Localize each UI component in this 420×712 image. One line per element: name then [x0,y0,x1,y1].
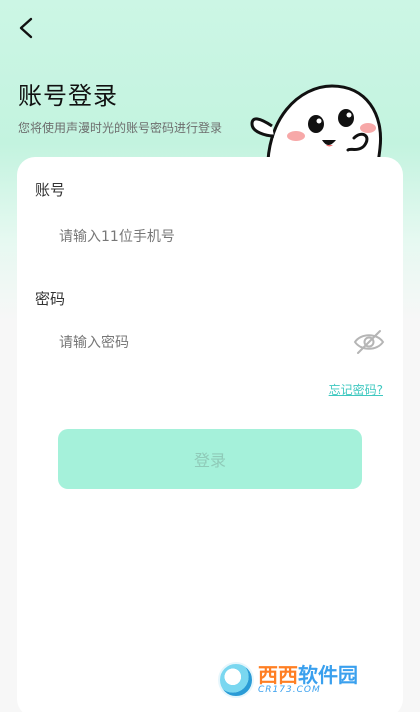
page-title: 账号登录 [18,82,118,110]
watermark-circle-icon [218,662,254,698]
watermark-logo: 西西软件园 CR173.COM [218,660,402,700]
password-label: 密码 [35,290,66,308]
forgot-password-link[interactable]: 忘记密码? [329,381,383,398]
back-button[interactable] [10,12,42,44]
watermark-main-left: 西西 [258,662,298,687]
eye-hidden-icon [353,330,385,354]
account-label: 账号 [35,181,66,199]
login-button[interactable]: 登录 [58,429,362,489]
watermark-sub: CR173.COM [258,684,321,695]
watermark-text: 西西软件园 CR173.COM [258,662,358,695]
password-visibility-toggle[interactable] [352,327,386,357]
password-input[interactable] [59,329,329,357]
watermark-main-right: 软件园 [298,662,358,687]
page-subtitle: 您将使用声漫时光的账号密码进行登录 [18,121,223,135]
phone-input[interactable] [59,223,329,251]
chevron-left-icon [19,17,33,39]
login-card: 账号 密码 忘记密码? 登录 [17,157,403,712]
